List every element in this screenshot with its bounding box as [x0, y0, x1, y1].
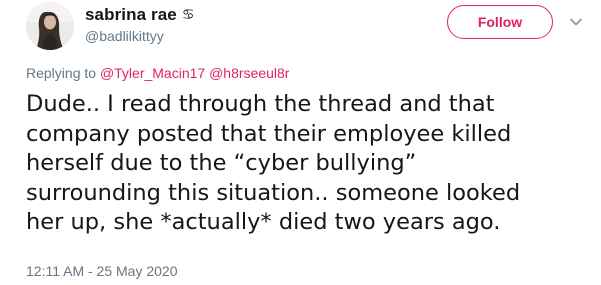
tweet-text-line: herself due to the “cyber bullying”	[26, 150, 417, 176]
chevron-down-icon[interactable]	[568, 14, 584, 30]
cancer-zodiac-icon: ♋	[181, 7, 195, 23]
tweet-text: Dude.. I read through the thread and tha…	[26, 90, 596, 238]
mention-link[interactable]: @Tyler_Macin17	[100, 65, 205, 81]
mention-link[interactable]: @h8rseeul8r	[209, 65, 289, 81]
avatar-image	[26, 2, 74, 50]
follow-button[interactable]: Follow	[447, 5, 553, 39]
user-handle[interactable]: @badlilkittyy	[85, 28, 164, 44]
tweet-text-line: surrounding this situation.. someone loo…	[26, 179, 521, 206]
avatar[interactable]	[26, 2, 74, 50]
tweet-text-line: company posted that their employee kille…	[26, 120, 512, 147]
reply-prefix: Replying to	[26, 65, 97, 81]
tweet-text-line: Dude.. I read through the thread and tha…	[26, 91, 495, 117]
tweet-timestamp[interactable]: 12:11 AM - 25 May 2020	[26, 263, 178, 279]
author-name-row[interactable]: sabrina rae ♋	[85, 4, 194, 26]
display-name[interactable]: sabrina rae	[85, 5, 177, 25]
tweet-card: sabrina rae ♋ @badlilkittyy Follow Reply…	[0, 0, 601, 285]
reply-context: Replying to @Tyler_Macin17 @h8rseeul8r	[26, 65, 289, 81]
tweet-text-line: her up, she *actually* died two years ag…	[26, 209, 501, 235]
